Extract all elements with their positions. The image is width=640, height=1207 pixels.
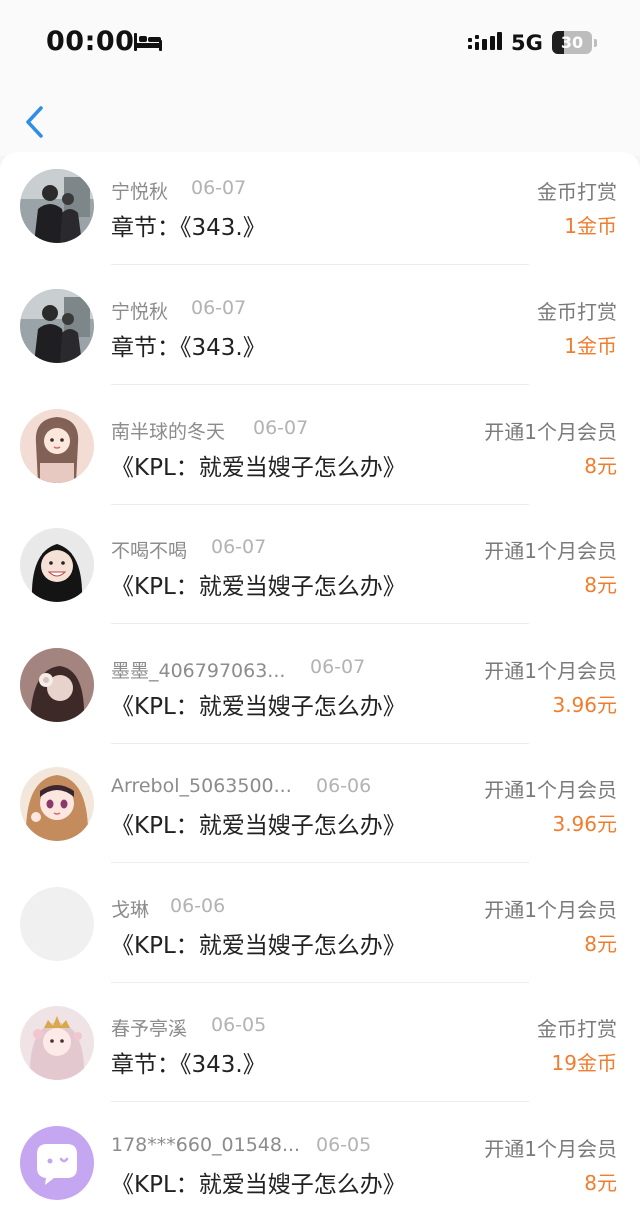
book-title: 章节：《343.》 — [111, 1052, 266, 1078]
avatar[interactable] — [20, 528, 94, 602]
nav-bar — [0, 86, 640, 156]
record-date: 06-07 — [211, 536, 267, 558]
purchase-type: 金币打赏 — [537, 300, 617, 324]
purchase-type: 金币打赏 — [537, 180, 617, 204]
divider — [111, 1101, 529, 1102]
list-item[interactable]: 宁悦秋 06-07 章节：《343.》 金币打赏 1金币 — [0, 152, 640, 272]
purchase-amount: 8元 — [584, 573, 617, 597]
purchase-amount: 1金币 — [564, 214, 617, 238]
book-title: 《KPL：就爱当嫂子怎么办》 — [111, 933, 406, 959]
battery-level: 30 — [560, 33, 584, 52]
purchase-type: 开通1个月会员 — [484, 659, 617, 683]
record-date: 06-07 — [310, 656, 366, 678]
user-name: 春予亭溪 — [111, 1018, 188, 1040]
purchase-type: 金币打赏 — [537, 1017, 617, 1041]
purchase-amount: 8元 — [584, 932, 617, 956]
purchase-amount: 3.96元 — [552, 812, 617, 836]
record-date: 06-05 — [211, 1014, 267, 1036]
user-name: 墨墨_406797063... — [111, 660, 286, 682]
purchase-type: 开通1个月会员 — [484, 898, 617, 922]
purchase-amount: 1金币 — [564, 334, 617, 358]
avatar[interactable] — [20, 887, 94, 961]
purchase-type: 开通1个月会员 — [484, 539, 617, 563]
user-name: 宁悦秋 — [111, 301, 169, 323]
purchase-amount: 8元 — [584, 1171, 617, 1195]
purchase-amount: 19金币 — [551, 1051, 617, 1075]
divider — [111, 862, 529, 863]
signal-strength-icon — [468, 32, 502, 50]
user-name: 戈琳 — [111, 899, 150, 921]
battery-icon: 30 — [552, 31, 598, 54]
divider — [111, 384, 529, 385]
book-title: 《KPL：就爱当嫂子怎么办》 — [111, 1172, 406, 1198]
avatar[interactable] — [20, 767, 94, 841]
record-date: 06-07 — [191, 177, 247, 199]
chevron-left-icon[interactable] — [22, 104, 48, 140]
divider — [111, 623, 529, 624]
record-date: 06-05 — [316, 1134, 372, 1156]
user-name: Arrebol_5063500... — [111, 775, 292, 797]
book-title: 《KPL：就爱当嫂子怎么办》 — [111, 813, 406, 839]
user-name: 不喝不喝 — [111, 540, 188, 562]
list-item[interactable]: 春予亭溪 06-05 章节：《343.》 金币打赏 19金币 — [0, 989, 640, 1109]
record-date: 06-07 — [253, 417, 309, 439]
purchase-type: 开通1个月会员 — [484, 1137, 617, 1161]
record-date: 06-07 — [191, 297, 247, 319]
divider — [111, 264, 529, 265]
status-time: 00:00 — [46, 26, 135, 57]
user-name: 178***660_01548... — [111, 1134, 301, 1156]
book-title: 章节：《343.》 — [111, 335, 266, 361]
user-name: 南半球的冬天 — [111, 421, 226, 443]
chat-bubble-icon[interactable] — [20, 1126, 94, 1200]
avatar[interactable] — [20, 289, 94, 363]
purchase-type: 开通1个月会员 — [484, 420, 617, 444]
avatar[interactable] — [20, 409, 94, 483]
avatar[interactable] — [20, 648, 94, 722]
book-title: 《KPL：就爱当嫂子怎么办》 — [111, 574, 406, 600]
user-name: 宁悦秋 — [111, 181, 169, 203]
divider — [111, 982, 529, 983]
divider — [111, 504, 529, 505]
book-title: 《KPL：就爱当嫂子怎么办》 — [111, 694, 406, 720]
book-title: 《KPL：就爱当嫂子怎么办》 — [111, 455, 406, 481]
list-item[interactable]: 戈琳 06-06 《KPL：就爱当嫂子怎么办》 开通1个月会员 8元 — [0, 870, 640, 990]
book-title: 章节：《343.》 — [111, 215, 266, 241]
record-date: 06-06 — [170, 895, 226, 917]
list-item[interactable]: 不喝不喝 06-07 《KPL：就爱当嫂子怎么办》 开通1个月会员 8元 — [0, 511, 640, 631]
list-item[interactable]: Arrebol_5063500... 06-06 《KPL：就爱当嫂子怎么办》 开通1… — [0, 750, 640, 870]
purchase-record-list: 宁悦秋 06-07 章节：《343.》 金币打赏 1金币 宁悦秋 06-07 章节：《343.… — [0, 152, 640, 1207]
list-item[interactable]: 墨墨_406797063... 06-07 《KPL：就爱当嫂子怎么办》 开通1个月会… — [0, 631, 640, 751]
avatar[interactable] — [20, 1006, 94, 1080]
list-item[interactable]: 南半球的冬天 06-07 《KPL：就爱当嫂子怎么办》 开通1个月会员 8元 — [0, 392, 640, 512]
purchase-amount: 8元 — [584, 454, 617, 478]
record-date: 06-06 — [316, 775, 372, 797]
status-bar: 00:00 5G 30 — [0, 0, 640, 86]
list-item[interactable]: 178***660_01548... 06-05 《KPL：就爱当嫂子怎么办》 开通1… — [0, 1109, 640, 1207]
network-type: 5G — [511, 31, 543, 55]
avatar[interactable] — [20, 169, 94, 243]
divider — [111, 743, 529, 744]
purchase-type: 开通1个月会员 — [484, 778, 617, 802]
list-item[interactable]: 宁悦秋 06-07 章节：《343.》 金币打赏 1金币 — [0, 272, 640, 392]
purchase-amount: 3.96元 — [552, 693, 617, 717]
sleep-mode-icon — [134, 33, 162, 51]
